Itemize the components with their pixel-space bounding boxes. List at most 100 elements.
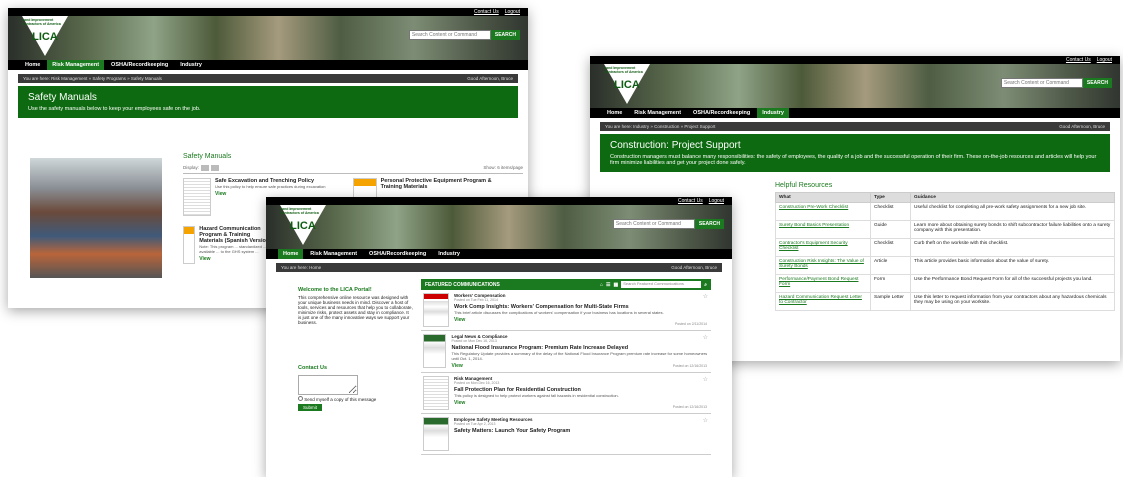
resource-link[interactable]: Construction Risk Insights: The Value of… [775, 256, 871, 275]
greeting: Good Afternoon, Bruce [467, 76, 513, 81]
main-nav: Home Risk Management OSHA/Recordkeeping … [8, 60, 528, 70]
logout-link[interactable]: Logout [505, 9, 520, 15]
contact-us-link[interactable]: Contact Us [1066, 57, 1091, 63]
view-link[interactable]: View [199, 256, 273, 262]
star-icon[interactable]: ☆ [703, 334, 708, 341]
resource-link[interactable]: Performance/Payment Bond Request Form [775, 274, 871, 293]
search-button[interactable]: SEARCH [694, 219, 724, 229]
page-title: Safety Manuals [28, 92, 97, 103]
search-button[interactable]: SEARCH [490, 30, 520, 40]
table-row: Construction Risk Insights: The Value of… [775, 256, 1115, 275]
document-thumbnail [423, 334, 447, 368]
nav-home[interactable]: Home [20, 60, 45, 70]
view-link[interactable]: View [454, 400, 619, 406]
send-copy-checkbox[interactable] [298, 396, 303, 401]
section-title: Safety Manuals [183, 153, 232, 160]
resource-link[interactable]: Hazard Communication Request Letter to C… [775, 292, 871, 311]
breadcrumb: You are here: Home Good Afternoon, Bruce [276, 263, 722, 272]
contact-us-link[interactable]: Contact Us [678, 198, 703, 204]
document-thumbnail [183, 178, 211, 216]
screenshot-home-portal: Contact Us Logout Land Improvement Contr… [266, 197, 732, 477]
search-icon[interactable]: ⌕ [704, 282, 707, 288]
nav-home[interactable]: Home [602, 108, 627, 118]
main-nav: Home Risk Management OSHA/Recordkeeping … [590, 108, 1120, 118]
logout-link[interactable]: Logout [709, 198, 724, 204]
logout-link[interactable]: Logout [1097, 57, 1112, 63]
contact-title: Contact Us [298, 365, 328, 371]
welcome-title: Welcome to the LICA Portal! [298, 287, 372, 293]
contact-message-field[interactable] [298, 375, 358, 395]
column-header: Guidance [910, 192, 1115, 203]
search-box: SEARCH [612, 219, 724, 229]
featured-search-input[interactable]: Search Featured Communications [621, 281, 702, 288]
featured-communications: FEATURED COMMUNICATIONS ⌂ ☰ ▦ Search Fea… [421, 279, 711, 455]
view-link[interactable]: View [454, 317, 664, 323]
table-row: Hazard Communication Request Letter to C… [775, 292, 1115, 311]
top-utility-bar: Contact Us Logout [590, 56, 1120, 64]
nav-risk-management[interactable]: Risk Management [47, 60, 105, 70]
list-item[interactable]: Hazard Communication Program & Training … [183, 226, 273, 264]
resource-link[interactable]: Construction Pre-Work Checklist [775, 202, 871, 221]
grid-icon[interactable]: ▦ [613, 282, 618, 288]
list-item[interactable]: Risk Management Posted on Mon Dec 16, 201… [421, 373, 711, 414]
page-title: Construction: Project Support [610, 140, 741, 151]
section-title: Helpful Resources [775, 182, 833, 189]
resources-table: What Type Guidance Construction Pre-Work… [775, 192, 1115, 311]
site-header: Land Improvement Contractors of America … [266, 205, 732, 249]
star-icon[interactable]: ☆ [703, 417, 708, 424]
lica-logo[interactable]: Land Improvement Contractors of America … [280, 205, 326, 245]
nav-osha[interactable]: OSHA/Recordkeeping [364, 249, 431, 259]
contact-us-link[interactable]: Contact Us [474, 9, 499, 15]
view-link[interactable]: View [451, 363, 709, 369]
breadcrumb: You are here: Industry » Construction » … [600, 122, 1110, 131]
search-box: SEARCH [1000, 78, 1112, 88]
document-thumbnail [423, 417, 449, 451]
lica-logo[interactable]: Land Improvement Contractors of America … [22, 16, 68, 56]
submit-button[interactable]: Submit [298, 404, 323, 411]
site-header: Land Improvement Contractors of America … [590, 64, 1120, 108]
resource-link[interactable]: Contractor's Equipment Security Checklis… [775, 238, 871, 257]
page-subtitle: Construction managers must balance many … [610, 154, 1097, 166]
show-count-select[interactable]: 6 [497, 165, 500, 170]
list-icon[interactable]: ☰ [606, 282, 610, 288]
nav-osha[interactable]: OSHA/Recordkeeping [688, 108, 755, 118]
list-item[interactable]: Legal News & Compliance Posted on Mon Dec… [421, 331, 711, 373]
page-banner: Construction: Project Support Constructi… [600, 134, 1110, 172]
document-thumbnail [423, 293, 449, 327]
welcome-text: This comprehensive online resource was d… [298, 295, 413, 325]
top-utility-bar: Contact Us Logout [266, 197, 732, 205]
top-utility-bar: Contact Us Logout [8, 8, 528, 16]
resource-link[interactable]: Surety Bond Basics Presentation [775, 220, 871, 239]
nav-industry[interactable]: Industry [175, 60, 207, 70]
nav-risk-management[interactable]: Risk Management [305, 249, 362, 259]
nav-osha[interactable]: OSHA/Recordkeeping [106, 60, 173, 70]
nav-home[interactable]: Home [278, 249, 304, 259]
table-row: Surety Bond Basics Presentation Guide Lear… [775, 220, 1115, 239]
grid-view-icon[interactable] [201, 165, 210, 171]
page-banner: Safety Manuals Use the safety manuals be… [18, 86, 518, 118]
greeting: Good Afternoon, Bruce [1059, 124, 1105, 129]
display-controls: Display: Show: 6 items/page [183, 163, 523, 174]
list-item[interactable]: Workers' Compensation Posted on Tue Feb 1… [421, 290, 711, 331]
welcome-panel: Welcome to the LICA Portal! This compreh… [298, 287, 413, 411]
column-header: Type [870, 192, 911, 203]
table-row: Construction Pre-Work Checklist Checklist… [775, 202, 1115, 221]
search-box: SEARCH [408, 30, 520, 40]
list-item[interactable]: Employee Safety Meeting Resources Posted … [421, 414, 711, 455]
home-icon[interactable]: ⌂ [600, 282, 603, 288]
nav-industry[interactable]: Industry [433, 249, 465, 259]
page-subtitle: Use the safety manuals below to keep you… [28, 106, 201, 112]
search-input[interactable] [612, 219, 695, 229]
star-icon[interactable]: ☆ [703, 293, 708, 300]
table-row: Performance/Payment Bond Request Form For… [775, 274, 1115, 293]
search-button[interactable]: SEARCH [1082, 78, 1112, 88]
star-icon[interactable]: ☆ [703, 376, 708, 383]
column-header: What [775, 192, 871, 203]
nav-risk-management[interactable]: Risk Management [629, 108, 686, 118]
search-input[interactable] [408, 30, 491, 40]
lica-logo[interactable]: Land Improvement Contractors of America … [604, 64, 650, 104]
nav-industry[interactable]: Industry [757, 108, 789, 118]
document-thumbnail [183, 226, 196, 264]
search-input[interactable] [1000, 78, 1083, 88]
list-view-icon[interactable] [211, 165, 220, 171]
